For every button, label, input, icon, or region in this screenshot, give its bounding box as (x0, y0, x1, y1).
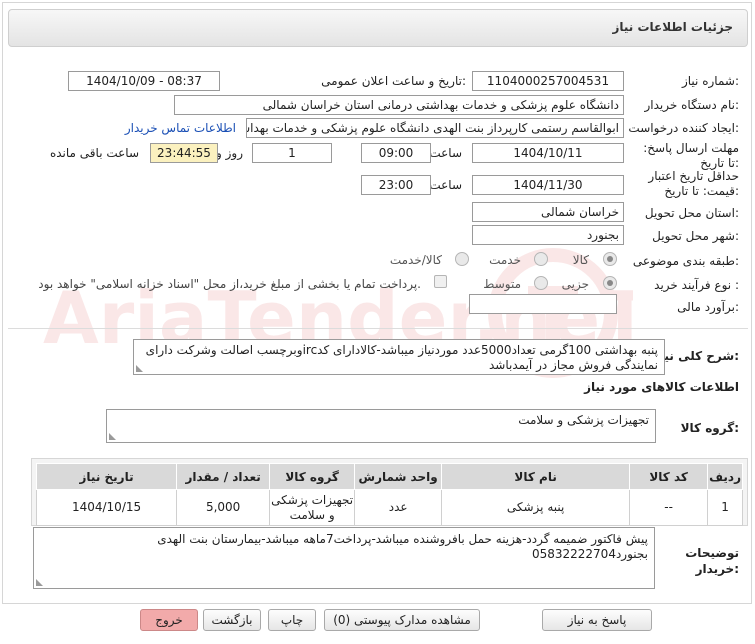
cell-row-number: 1 (707, 489, 743, 526)
summary-text: پنبه بهداشتی 100گرمی تعداد5000عدد موردنی… (145, 343, 658, 372)
section-divider (8, 328, 748, 329)
col-header-unit: واحد شمارش (354, 463, 443, 490)
cell-quantity: 5,000 (176, 489, 271, 526)
budget-label: برآورد مالی: (677, 300, 739, 314)
summary-label: شرح کلی نیاز: (653, 349, 739, 363)
days-field: 1 (252, 143, 332, 163)
validity-time-field: 23:00 (361, 175, 431, 195)
process-radio-minor[interactable] (603, 276, 617, 290)
reply-date-field: 1404/10/11 (472, 143, 624, 163)
buyer-org-label: نام دستگاه خریدار: (644, 98, 740, 112)
announce-label: تاریخ و ساعت اعلان عمومی: (321, 74, 466, 88)
table-header-row: ردیف کد کالا نام کالا واحد شمارش گروه کا… (35, 463, 743, 490)
goods-group-text: تجهیزات پزشکی و سلامت (518, 413, 649, 427)
remaining-label: ساعت باقی مانده (49, 146, 139, 160)
process-label: نوع فرآیند خرید : (654, 278, 739, 292)
treasury-payment-note: پرداخت تمام یا بخشی از مبلغ خرید،از محل … (38, 277, 421, 291)
summary-textarea: پنبه بهداشتی 100گرمی تعداد5000عدد موردنی… (133, 339, 665, 375)
details-panel: جزئیات اطلاعات نیاز AriaTender.neT شماره… (2, 2, 752, 604)
goods-group-label: گروه کالا: (680, 421, 739, 435)
cell-goods-group: تجهیزات پزشکی و سلامت (269, 489, 356, 526)
category-radio-service[interactable] (534, 252, 548, 266)
cell-item-name: پنبه پزشکی (441, 489, 631, 526)
buyer-contact-link[interactable]: اطلاعات تماس خریدار (125, 121, 236, 135)
table-row: 1 -- پنبه پزشکی عدد تجهیزات پزشکی و سلام… (35, 489, 743, 526)
goods-group-field: تجهیزات پزشکی و سلامت (106, 409, 656, 443)
items-table: ردیف کد کالا نام کالا واحد شمارش گروه کا… (35, 463, 743, 526)
category-option-goods: کالا (572, 253, 589, 267)
buyer-notes-text: پیش فاکتور ضمیمه گردد-هزینه حمل بافروشند… (157, 532, 648, 561)
resize-handle-icon[interactable] (136, 365, 143, 372)
reply-deadline-label: مهلت ارسال پاسخ: تا تاریخ: (643, 141, 739, 170)
process-radio-medium[interactable] (534, 276, 548, 290)
reply-button[interactable]: پاسخ به نیاز (542, 609, 652, 631)
col-header-need-date: تاریخ نیاز (35, 463, 178, 490)
validity-time-label: ساعت (429, 178, 462, 192)
need-number-label: شماره نیاز: (681, 74, 739, 88)
col-header-row-number: ردیف (707, 463, 743, 490)
category-radio-goods-service[interactable] (455, 252, 469, 266)
resize-handle-icon[interactable] (36, 579, 43, 586)
cell-item-code: -- (629, 489, 709, 526)
price-validity-label: حداقل تاریخ اعتبار قیمت: تا تاریخ: (648, 169, 739, 198)
view-attachments-button[interactable]: مشاهده مدارک پیوستی (0) (324, 609, 480, 631)
col-header-goods-group: گروه کالا (269, 463, 356, 490)
back-button[interactable]: بازگشت (203, 609, 261, 631)
exit-button[interactable]: خروج (140, 609, 198, 631)
title-bar: جزئیات اطلاعات نیاز (8, 9, 748, 47)
category-label: طبقه بندی موضوعی: (632, 254, 739, 268)
print-button[interactable]: چاپ (268, 609, 316, 631)
process-option-medium: متوسط (483, 277, 521, 291)
page-title: جزئیات اطلاعات نیاز (612, 20, 733, 34)
cell-need-date: 1404/10/15 (35, 489, 178, 526)
need-number-field: 1104000257004531 (472, 71, 624, 91)
reply-time-label: ساعت (429, 146, 462, 160)
buyer-notes-field: پیش فاکتور ضمیمه گردد-هزینه حمل بافروشند… (33, 527, 655, 589)
province-field: خراسان شمالی (472, 202, 624, 222)
category-option-goods-service: کالا/خدمت (389, 253, 442, 267)
category-option-service: خدمت (489, 253, 521, 267)
budget-field[interactable] (469, 294, 617, 314)
goods-section-title: اطلاعات کالاهای مورد نیاز (584, 380, 739, 394)
city-field: بجنورد (472, 225, 624, 245)
buyer-org-field: دانشگاه علوم پزشکی و خدمات بهداشتی درمان… (174, 95, 624, 115)
announce-field: 1404/10/09 - 08:37 (68, 71, 220, 91)
day-label: روز و (216, 146, 243, 160)
process-option-minor: جزیی (561, 277, 589, 291)
resize-handle-icon[interactable] (109, 433, 116, 440)
city-label: شهر محل تحویل: (652, 229, 739, 243)
col-header-quantity: تعداد / مقدار (176, 463, 271, 490)
category-radio-goods[interactable] (603, 252, 617, 266)
col-header-item-name: نام کالا (441, 463, 631, 490)
cell-unit: عدد (354, 489, 443, 526)
requester-label: ایجاد کننده درخواست: (628, 121, 739, 135)
requester-field: ابوالقاسم رستمی کارپرداز بنت الهدی دانشگ… (246, 118, 624, 138)
province-label: استان محل تحویل: (644, 206, 739, 220)
validity-date-field: 1404/11/30 (472, 175, 624, 195)
remaining-time-field: 23:44:55 (150, 143, 218, 163)
buyer-notes-label: توضیحات خریدار: (685, 546, 739, 576)
col-header-item-code: کد کالا (629, 463, 709, 490)
treasury-payment-checkbox[interactable] (434, 275, 447, 288)
reply-time-field: 09:00 (361, 143, 431, 163)
